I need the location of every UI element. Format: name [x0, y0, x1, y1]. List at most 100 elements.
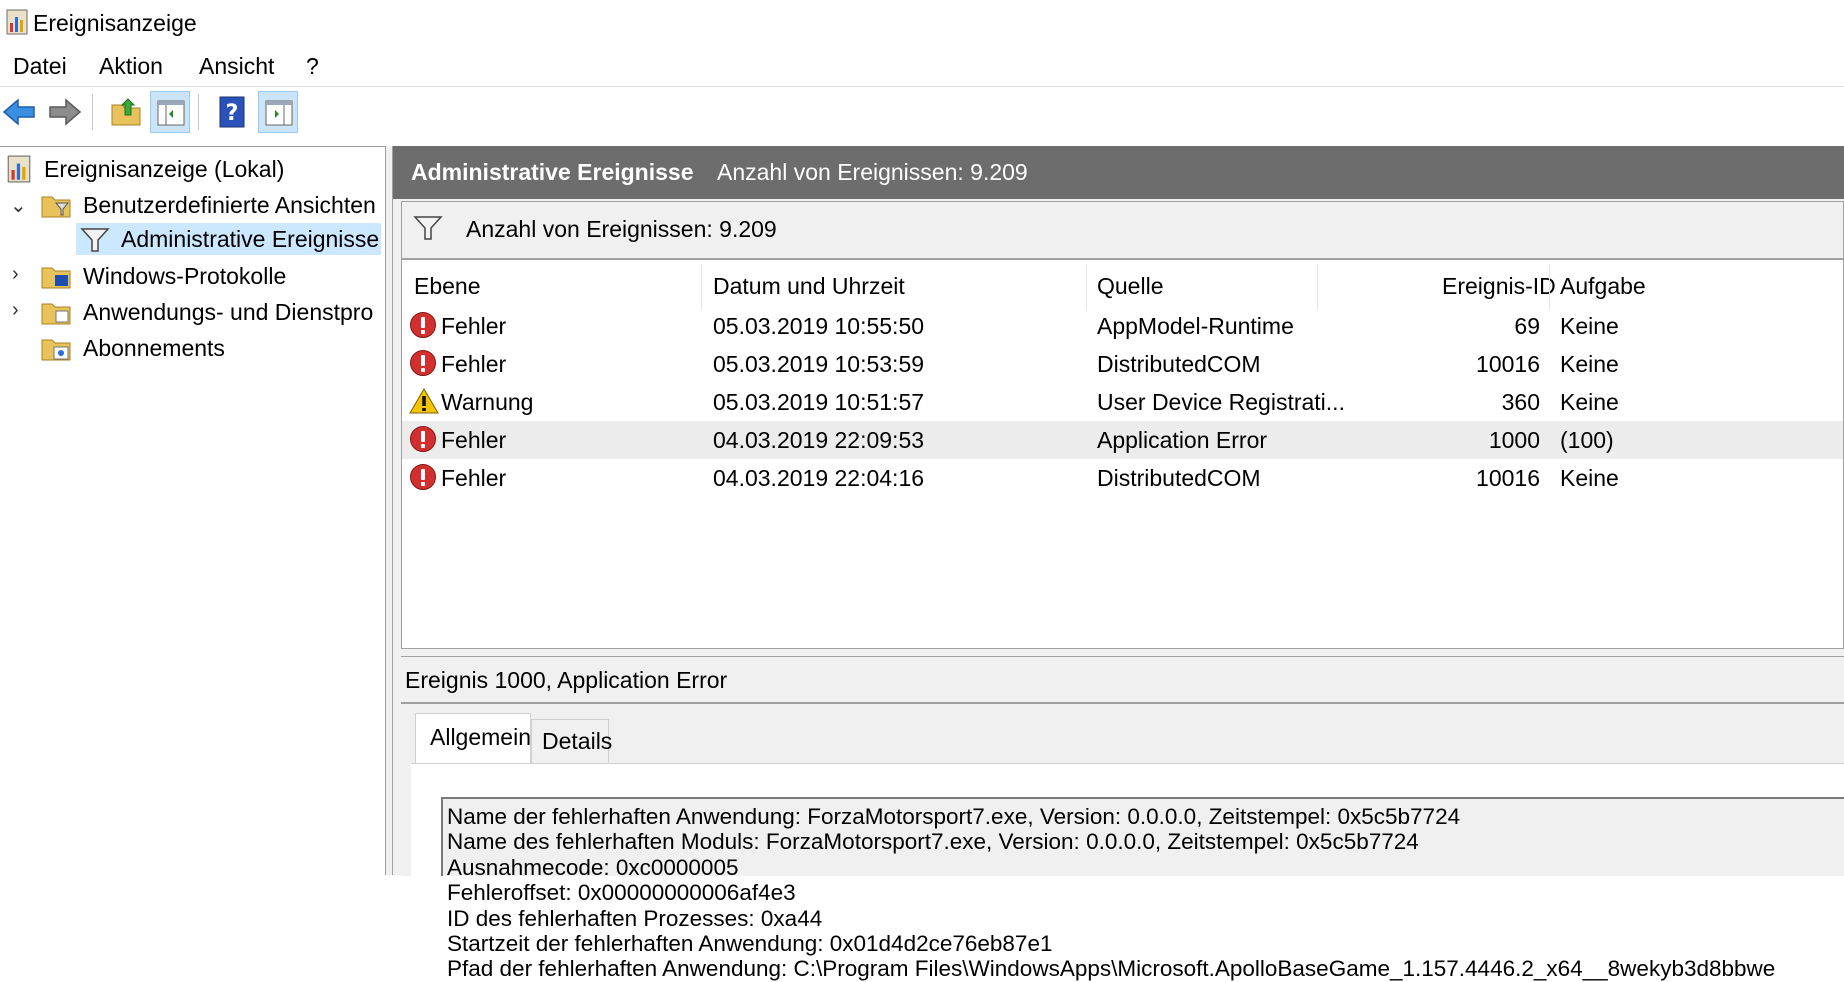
- cell-event-id: 1000: [1488, 427, 1540, 453]
- cell-source: DistributedCOM: [1097, 351, 1261, 377]
- event-detail-title: Ereignis 1000, Application Error: [405, 667, 728, 693]
- cell-task: Keine: [1560, 351, 1619, 377]
- description-line: Pfad der fehlerhaften Anwendung: C:\Prog…: [447, 956, 1776, 982]
- event-viewer-app-icon: [6, 9, 28, 35]
- column-divider[interactable]: [701, 264, 702, 310]
- svg-text:?: ?: [226, 101, 239, 126]
- cell-source: DistributedCOM: [1097, 465, 1261, 491]
- event-detail-pane: Ereignis 1000, Application Error Allgeme…: [401, 656, 1844, 981]
- toolbar: ?: [0, 88, 1844, 136]
- table-row[interactable]: Fehler 04.03.2019 22:04:16 DistributedCOM 1…: [402, 459, 1843, 497]
- tab-label: Allgemein: [430, 724, 531, 750]
- events-grid: Ebene Datum und Uhrzeit Quelle Ereignis-…: [401, 259, 1844, 649]
- menu-datei[interactable]: Datei: [13, 53, 67, 80]
- table-row[interactable]: Fehler 05.03.2019 10:55:50 AppModel-Runtim…: [402, 307, 1843, 345]
- tree-item-subscriptions[interactable]: Abonnements: [0, 332, 385, 366]
- show-hide-action-pane-icon: [265, 100, 293, 126]
- filter-bar: Anzahl von Ereignissen: 9.209: [401, 201, 1844, 259]
- help-icon: ?: [219, 96, 245, 128]
- column-divider[interactable]: [1317, 264, 1318, 310]
- cell-event-id: 69: [1514, 313, 1540, 339]
- pane-splitter[interactable]: [385, 146, 393, 875]
- up-folder-button[interactable]: [106, 91, 146, 133]
- menu-bar: Datei Aktion Ansicht ?: [0, 48, 1844, 87]
- show-hide-console-tree-icon: [157, 100, 185, 126]
- table-row[interactable]: Fehler 05.03.2019 10:53:59 DistributedCOM 1…: [402, 345, 1843, 383]
- forward-icon: [49, 98, 82, 126]
- tree-item-root[interactable]: Ereignisanzeige (Lokal): [4, 153, 384, 187]
- back-button[interactable]: [0, 91, 40, 133]
- filter-event-count: Anzahl von Ereignissen: 9.209: [466, 216, 777, 242]
- chevron-right-icon[interactable]: ›: [12, 299, 19, 322]
- warning-icon: [409, 387, 439, 421]
- cell-source: Application Error: [1097, 427, 1268, 453]
- cell-datetime: 05.03.2019 10:53:59: [713, 351, 925, 377]
- forward-button[interactable]: [44, 91, 84, 133]
- menu-aktion[interactable]: Aktion: [99, 53, 163, 80]
- column-header-task[interactable]: Aufgabe: [1560, 273, 1646, 300]
- cell-level: Fehler: [441, 313, 507, 339]
- description-line: Fehleroffset: 0x00000000006af4e3: [447, 880, 796, 906]
- tree-item-custom-views[interactable]: ⌄ Benutzerdefinierte Ansichten: [0, 189, 385, 223]
- description-line: ID des fehlerhaften Prozesses: 0xa44: [447, 905, 823, 931]
- cell-task: (100): [1560, 427, 1614, 453]
- tab-allgemein[interactable]: Allgemein: [415, 713, 531, 763]
- event-count-header: Anzahl von Ereignissen: 9.209: [717, 159, 1028, 185]
- cell-datetime: 05.03.2019 10:51:57: [713, 389, 925, 415]
- cell-level: Warnung: [441, 389, 534, 415]
- tab-label: Details: [542, 728, 613, 754]
- chevron-down-icon[interactable]: ⌄: [10, 193, 27, 218]
- tree-item-admin-events[interactable]: Administrative Ereignisse: [0, 223, 385, 257]
- description-line: Ausnahmecode: 0xc0000005: [447, 854, 739, 880]
- window-title: Ereignisanzeige: [33, 10, 197, 36]
- table-row[interactable]: Warnung 05.03.2019 10:51:57 User Device Re…: [402, 383, 1843, 421]
- folder-subscription-icon: [41, 339, 71, 361]
- tree-item-label: Administrative Ereignisse: [121, 226, 380, 252]
- cell-datetime: 04.03.2019 22:09:53: [713, 427, 925, 453]
- toolbar-separator: [198, 94, 199, 130]
- back-icon: [2, 98, 35, 126]
- tree-item-windows-logs[interactable]: › Windows-Protokolle: [0, 260, 385, 294]
- tab-details[interactable]: Details: [531, 719, 613, 763]
- error-icon: [409, 463, 437, 497]
- up-folder-icon: [111, 98, 141, 126]
- table-row[interactable]: Fehler 04.03.2019 22:09:53 Application Err…: [402, 421, 1843, 459]
- column-header-event-id[interactable]: Ereignis-ID: [1442, 273, 1556, 300]
- main-pane: Administrative Ereignisse Anzahl von Ere…: [393, 146, 1844, 981]
- menu-ansicht[interactable]: Ansicht: [199, 53, 274, 80]
- event-detail-title-bar: Ereignis 1000, Application Error: [401, 657, 1844, 704]
- chevron-right-icon[interactable]: ›: [12, 263, 19, 286]
- menu-help[interactable]: ?: [306, 53, 319, 80]
- console-tree: Ereignisanzeige (Lokal) ⌄ Benutzerdefini…: [0, 146, 385, 876]
- description-line: Name des fehlerhaften Moduls: ForzaMotor…: [447, 829, 1419, 855]
- view-title: Administrative Ereignisse: [411, 159, 694, 185]
- column-divider[interactable]: [1086, 264, 1087, 310]
- cell-level: Fehler: [441, 465, 507, 491]
- show-hide-console-tree-button[interactable]: [150, 91, 190, 133]
- cell-datetime: 04.03.2019 22:04:16: [713, 465, 925, 491]
- main-header: Administrative Ereignisse Anzahl von Ere…: [393, 146, 1844, 199]
- tree-item-label: Benutzerdefinierte Ansichten: [83, 192, 376, 218]
- show-hide-action-pane-button[interactable]: [258, 91, 298, 133]
- cell-level: Fehler: [441, 427, 507, 453]
- event-viewer-icon: [7, 155, 31, 183]
- tree-item-app-service-logs[interactable]: › Anwendungs- und Dienstpro: [0, 296, 385, 330]
- description-line: Startzeit der fehlerhaften Anwendung: 0x…: [447, 931, 1053, 956]
- description-line: Name der fehlerhaften Anwendung: ForzaMo…: [447, 804, 1461, 829]
- column-header-source[interactable]: Quelle: [1097, 273, 1163, 300]
- cell-source: AppModel-Runtime: [1097, 313, 1294, 339]
- column-header-level[interactable]: Ebene: [414, 273, 481, 300]
- cell-event-id: 10016: [1476, 351, 1540, 377]
- cell-event-id: 360: [1501, 389, 1540, 415]
- help-button[interactable]: ?: [212, 91, 252, 133]
- tree-item-label: Abonnements: [83, 335, 225, 361]
- folder-windows-icon: [41, 267, 71, 289]
- column-divider[interactable]: [1549, 264, 1550, 310]
- event-description-textbox[interactable]: Name der fehlerhaften Anwendung: ForzaMo…: [441, 797, 1844, 981]
- cell-datetime: 05.03.2019 10:55:50: [713, 313, 925, 339]
- error-icon: [409, 349, 437, 383]
- column-header-datetime[interactable]: Datum und Uhrzeit: [713, 273, 905, 300]
- error-icon: [409, 311, 437, 345]
- cell-task: Keine: [1560, 389, 1619, 415]
- title-bar: Ereignisanzeige: [0, 0, 1844, 44]
